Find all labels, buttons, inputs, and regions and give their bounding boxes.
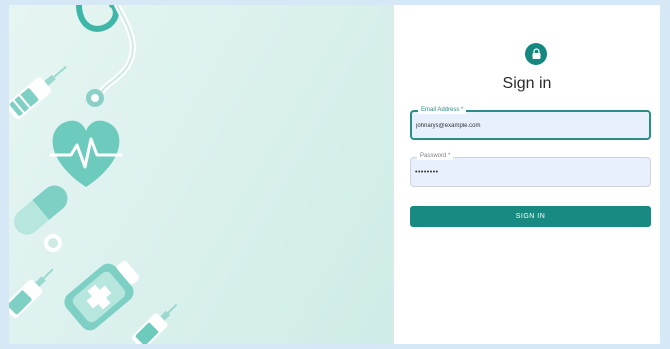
page-title: Sign in [502,75,552,92]
app-window: Sign in Email Address * Password * SIGN … [9,5,660,344]
syringe-icon [9,268,54,319]
capsule-icon [13,185,68,235]
medicine-bottle-icon [64,260,140,331]
heart-pulse-icon [49,120,123,187]
signin-panel: Sign in Email Address * Password * SIGN … [393,5,660,344]
syringe-icon [9,65,67,120]
syringe-icon [131,303,178,344]
medical-illustration [9,5,393,344]
email-field[interactable]: Email Address * [410,106,651,140]
email-label: Email Address * [418,106,467,114]
sign-in-button[interactable]: SIGN IN [410,206,651,227]
email-input[interactable] [416,119,642,133]
password-input[interactable] [415,165,641,179]
stethoscope-icon [76,5,136,107]
password-label: Password * [417,152,454,160]
password-field[interactable]: Password * [410,152,651,187]
lock-icon [525,43,547,65]
